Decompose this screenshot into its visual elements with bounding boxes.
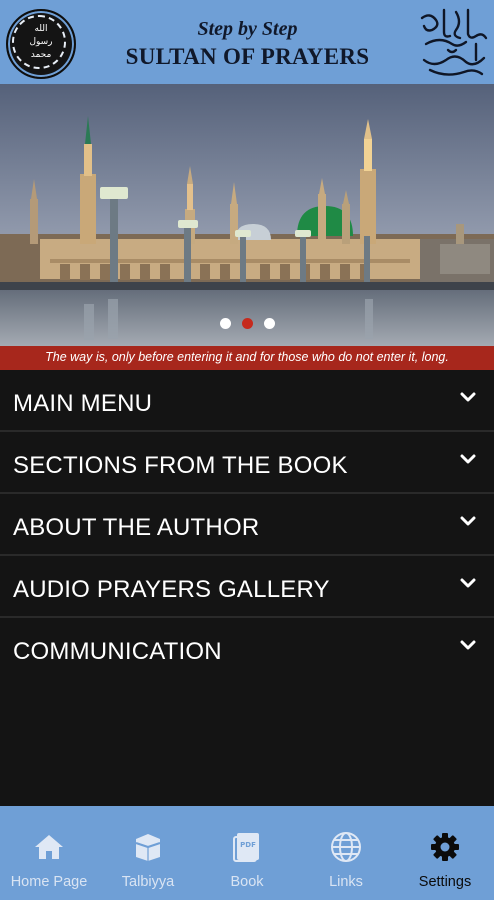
tab-settings[interactable]: Settings — [396, 806, 494, 900]
carousel-indicator[interactable] — [220, 318, 280, 330]
svg-text:PDF: PDF — [240, 841, 256, 849]
gear-icon — [431, 833, 459, 861]
accordion-menu: MAIN MENU SECTIONS FROM THE BOOK ABOUT T… — [0, 370, 494, 678]
app-title: SULTAN OF PRAYERS — [125, 44, 370, 69]
tab-label: Links — [329, 874, 363, 890]
tab-label: Settings — [418, 874, 472, 890]
carousel-dot-3[interactable] — [264, 318, 275, 329]
chevron-down-icon — [460, 392, 476, 402]
globe-icon — [331, 832, 361, 862]
carousel-dot-2[interactable] — [242, 318, 253, 329]
seal-logo: الله رسول محمد — [6, 9, 76, 79]
kaaba-icon — [135, 834, 161, 861]
menu-item-sections[interactable]: SECTIONS FROM THE BOOK — [0, 432, 494, 494]
menu-item-audio-gallery[interactable]: AUDIO PRAYERS GALLERY — [0, 556, 494, 618]
tab-book[interactable]: PDF Book — [198, 806, 296, 900]
home-icon — [35, 835, 63, 859]
menu-item-label: MAIN MENU — [13, 390, 153, 417]
menu-item-label: AUDIO PRAYERS GALLERY — [13, 576, 330, 603]
mosque-banner-image[interactable] — [0, 84, 494, 346]
chevron-down-icon — [460, 640, 476, 650]
tab-talbiyya[interactable]: Talbiyya — [99, 806, 197, 900]
menu-item-label: SECTIONS FROM THE BOOK — [13, 452, 348, 479]
pdf-icon: PDF — [233, 833, 259, 862]
chevron-down-icon — [460, 454, 476, 464]
menu-item-about-author[interactable]: ABOUT THE AUTHOR — [0, 494, 494, 556]
app-header: الله رسول محمد Step by Step SULTAN OF PR… — [0, 0, 494, 84]
tab-label: Home Page — [10, 874, 88, 890]
app-subtitle: Step by Step — [197, 18, 298, 40]
chevron-down-icon — [460, 578, 476, 588]
tab-label: Book — [230, 874, 264, 890]
bottom-navigation: Home Page Talbiyya PDF Book Links Settin… — [0, 806, 494, 900]
chevron-down-icon — [460, 516, 476, 526]
caption-strip: The way is, only before entering it and … — [0, 346, 494, 370]
menu-item-main-menu[interactable]: MAIN MENU — [0, 370, 494, 432]
tab-home-page[interactable]: Home Page — [0, 806, 98, 900]
menu-item-label: COMMUNICATION — [13, 638, 222, 665]
carousel-dot-1[interactable] — [220, 318, 231, 329]
tab-label: Talbiyya — [121, 874, 175, 890]
tab-links[interactable]: Links — [297, 806, 395, 900]
menu-item-communication[interactable]: COMMUNICATION — [0, 618, 494, 678]
calligraphy-logo — [420, 8, 488, 76]
caption-text: The way is, only before entering it and … — [45, 350, 449, 364]
menu-item-label: ABOUT THE AUTHOR — [13, 514, 260, 541]
